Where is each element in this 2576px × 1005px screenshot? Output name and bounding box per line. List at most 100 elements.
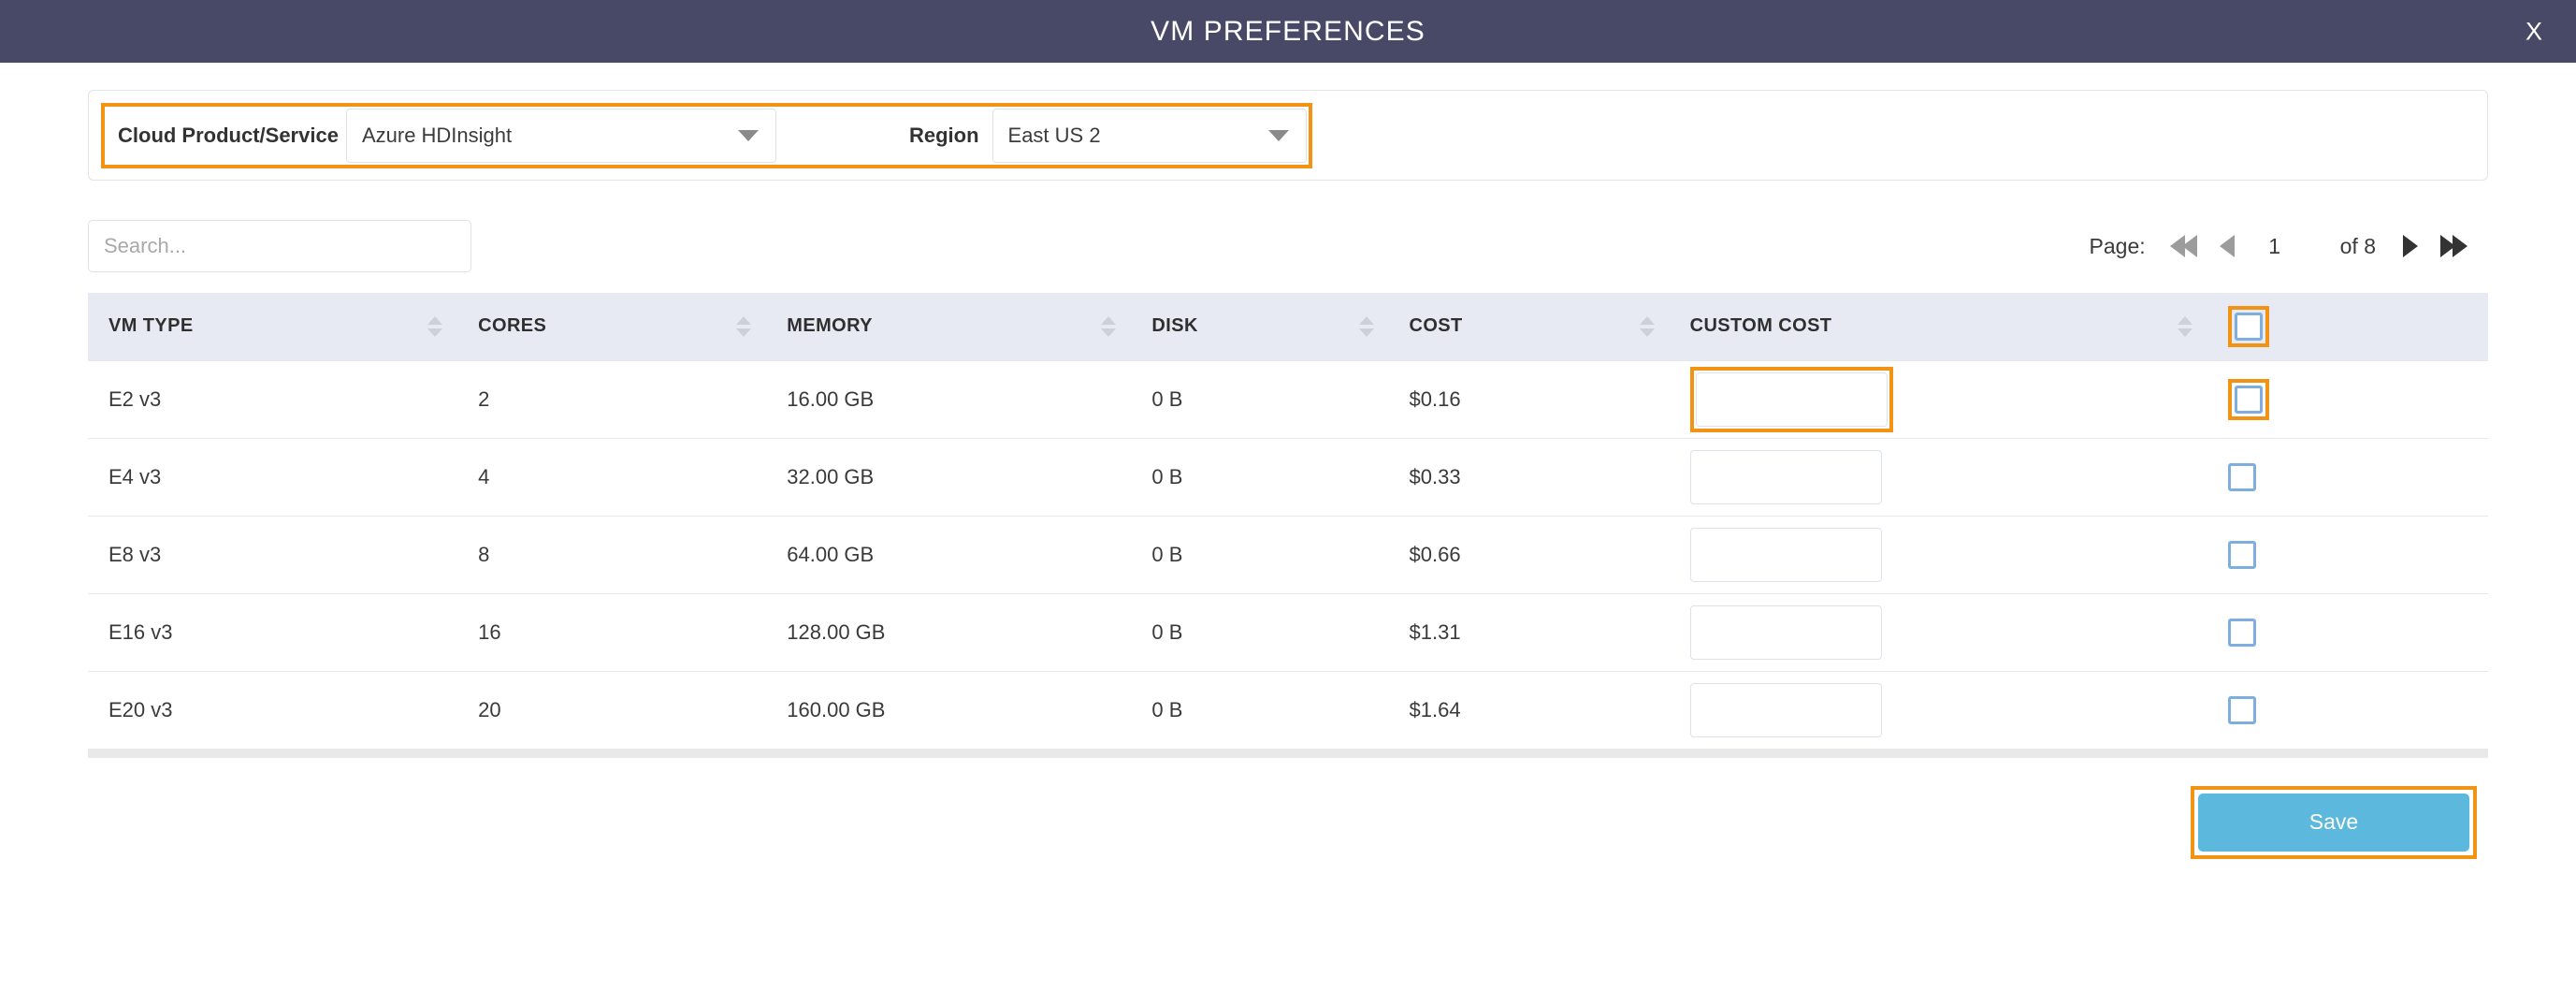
cell-custom-cost	[1669, 516, 2207, 594]
pagination-current-page[interactable]: 1	[2249, 234, 2301, 259]
row-select-checkbox[interactable]	[2227, 695, 2256, 724]
sort-icon[interactable]	[1358, 315, 1374, 337]
pagination-total-label: of 8	[2339, 233, 2376, 258]
cell-select	[2207, 593, 2488, 672]
cell-cost: $1.31	[1388, 593, 1670, 672]
row-select-checkbox[interactable]	[2227, 462, 2256, 491]
cell-disk: 0 B	[1131, 438, 1389, 517]
table-row[interactable]: E4 v3 4 32.00 GB 0 B $0.33	[88, 438, 2488, 517]
custom-cost-highlight-ring	[1689, 366, 1893, 432]
cell-custom-cost	[1669, 438, 2207, 517]
cell-cores: 8	[457, 516, 767, 594]
custom-cost-input[interactable]	[1689, 682, 1882, 737]
pagination-next-button[interactable]	[2389, 227, 2432, 265]
sort-icon[interactable]	[1639, 315, 1655, 337]
cell-cost: $1.64	[1388, 671, 1670, 750]
cell-select	[2207, 671, 2488, 750]
cell-vm-type: E4 v3	[88, 438, 458, 517]
table-bottom-divider	[88, 749, 2488, 758]
dialog-body: Cloud Product/Service Azure HDInsight Re…	[0, 90, 2576, 859]
cell-vm-type: E20 v3	[88, 671, 458, 750]
select-all-checkbox[interactable]	[2234, 312, 2263, 341]
pagination-last-button[interactable]	[2432, 227, 2475, 265]
custom-cost-input[interactable]	[1695, 371, 1888, 427]
cell-memory: 32.00 GB	[766, 438, 1132, 517]
double-chevron-left-icon	[2170, 235, 2198, 257]
column-header-cost[interactable]: COST	[1389, 293, 1670, 360]
cell-cores: 20	[457, 671, 767, 750]
cloud-product-value: Azure HDInsight	[361, 123, 513, 147]
region-value: East US 2	[1007, 123, 1101, 147]
row-select-highlight-ring	[2227, 378, 2269, 420]
save-highlight-ring: Save	[2191, 785, 2477, 859]
cloud-product-label: Cloud Product/Service	[118, 123, 339, 147]
sort-icon[interactable]	[736, 315, 752, 337]
cell-cores: 16	[457, 593, 767, 672]
region-label: Region	[908, 123, 979, 147]
table-row[interactable]: E16 v3 16 128.00 GB 0 B $1.31	[88, 593, 2488, 672]
chevron-down-icon	[737, 129, 759, 141]
column-header-cores[interactable]: CORES	[457, 293, 766, 360]
row-select-checkbox[interactable]	[2227, 540, 2256, 569]
sort-icon[interactable]	[1101, 315, 1117, 337]
column-header-label: MEMORY	[787, 315, 873, 337]
table-header-row: VM TYPE CORES MEMORY DISK COST CUSTOM CO…	[88, 293, 2488, 360]
cell-custom-cost	[1669, 359, 2207, 439]
cell-select	[2207, 438, 2488, 517]
sort-icon[interactable]	[427, 315, 443, 337]
cell-vm-type: E2 v3	[88, 359, 458, 439]
column-header-custom-cost[interactable]: CUSTOM COST	[1670, 293, 2207, 360]
cell-disk: 0 B	[1131, 359, 1389, 439]
region-field: Region East US 2	[898, 107, 1307, 165]
table-toolbar: Page: 1 of 8	[88, 220, 2488, 272]
search-input[interactable]	[88, 220, 471, 272]
cell-vm-type: E8 v3	[88, 516, 458, 594]
cell-select	[2207, 516, 2488, 594]
cell-cost: $0.66	[1388, 516, 1670, 594]
cell-cores: 2	[457, 359, 767, 439]
filter-highlight-ring: Cloud Product/Service Azure HDInsight Re…	[101, 102, 1312, 168]
column-header-label: VM TYPE	[109, 315, 194, 337]
cell-disk: 0 B	[1131, 671, 1389, 750]
column-header-select-all[interactable]	[2207, 293, 2488, 360]
cell-memory: 160.00 GB	[766, 671, 1132, 750]
dialog-title-bar: VM PREFERENCES X	[0, 0, 2576, 63]
vm-table: VM TYPE CORES MEMORY DISK COST CUSTOM CO…	[88, 293, 2488, 750]
pagination-label: Page:	[2089, 233, 2146, 258]
table-body: E2 v3 2 16.00 GB 0 B $0.16 E4 v3 4 32.00…	[88, 359, 2488, 750]
page-title: VM PREFERENCES	[1151, 15, 1425, 47]
cloud-product-field: Cloud Product/Service Azure HDInsight	[107, 107, 776, 165]
chevron-right-icon	[2403, 235, 2418, 257]
chevron-down-icon	[1267, 129, 1289, 141]
table-row[interactable]: E8 v3 8 64.00 GB 0 B $0.66	[88, 516, 2488, 594]
cell-select	[2207, 359, 2488, 439]
sort-icon[interactable]	[2177, 315, 2192, 337]
column-header-label: DISK	[1151, 315, 1198, 337]
column-header-memory[interactable]: MEMORY	[766, 293, 1131, 360]
column-header-disk[interactable]: DISK	[1131, 293, 1388, 360]
table-row[interactable]: E20 v3 20 160.00 GB 0 B $1.64	[88, 671, 2488, 750]
cell-custom-cost	[1669, 671, 2207, 750]
save-button[interactable]: Save	[2198, 793, 2469, 852]
column-header-label: CUSTOM COST	[1689, 315, 1832, 337]
pagination-first-button[interactable]	[2163, 227, 2206, 265]
cloud-product-select[interactable]: Azure HDInsight	[345, 108, 776, 163]
custom-cost-input[interactable]	[1689, 449, 1882, 504]
close-icon[interactable]: X	[2516, 15, 2552, 48]
cell-disk: 0 B	[1131, 516, 1389, 594]
cell-memory: 128.00 GB	[766, 593, 1132, 672]
custom-cost-input[interactable]	[1689, 604, 1882, 660]
region-select[interactable]: East US 2	[991, 108, 1307, 163]
row-select-checkbox[interactable]	[2227, 618, 2256, 647]
table-row[interactable]: E2 v3 2 16.00 GB 0 B $0.16	[88, 359, 2488, 439]
cell-vm-type: E16 v3	[88, 593, 458, 672]
cell-disk: 0 B	[1131, 593, 1389, 672]
cell-cost: $0.16	[1388, 359, 1670, 439]
pagination-prev-button[interactable]	[2206, 227, 2249, 265]
column-header-vm-type[interactable]: VM TYPE	[88, 293, 457, 360]
chevron-left-icon	[2219, 235, 2235, 257]
cell-memory: 64.00 GB	[766, 516, 1132, 594]
column-header-label: CORES	[478, 315, 547, 337]
row-select-checkbox[interactable]	[2234, 385, 2263, 414]
custom-cost-input[interactable]	[1689, 527, 1882, 582]
